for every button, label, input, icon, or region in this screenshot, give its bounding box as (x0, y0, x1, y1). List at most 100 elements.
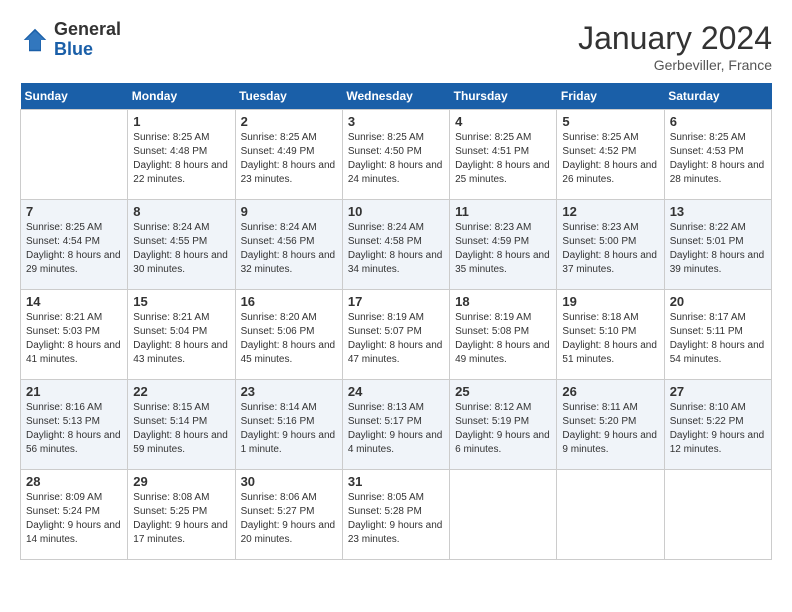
weekday-header-friday: Friday (557, 83, 664, 110)
day-number: 17 (348, 294, 444, 309)
day-number: 3 (348, 114, 444, 129)
calendar-table: SundayMondayTuesdayWednesdayThursdayFrid… (20, 83, 772, 560)
calendar-cell: 3 Sunrise: 8:25 AMSunset: 4:50 PMDaylight… (342, 110, 449, 200)
day-number: 27 (670, 384, 766, 399)
calendar-cell: 6 Sunrise: 8:25 AMSunset: 4:53 PMDaylight… (664, 110, 771, 200)
calendar-week-4: 21Sunrise: 8:16 AMSunset: 5:13 PMDayligh… (21, 380, 772, 470)
calendar-cell: 8 Sunrise: 8:24 AMSunset: 4:55 PMDaylight… (128, 200, 235, 290)
calendar-cell: 30Sunrise: 8:06 AMSunset: 5:27 PMDayligh… (235, 470, 342, 560)
logo-text: General Blue (54, 20, 121, 60)
day-number: 31 (348, 474, 444, 489)
day-number: 1 (133, 114, 229, 129)
day-number: 11 (455, 204, 551, 219)
calendar-cell: 4Sunrise: 8:25 AMSunset: 4:51 PMDaylight… (450, 110, 557, 200)
calendar-cell: 17Sunrise: 8:19 AMSunset: 5:07 PMDayligh… (342, 290, 449, 380)
calendar-cell (21, 110, 128, 200)
day-info: Sunrise: 8:09 AMSunset: 5:24 PMDaylight:… (26, 491, 122, 547)
logo-blue-text: Blue (54, 39, 93, 59)
day-info: Sunrise: 8:22 AMSunset: 5:01 PMDaylight:… (670, 221, 766, 277)
calendar-cell: 1 Sunrise: 8:25 AMSunset: 4:48 PMDaylight… (128, 110, 235, 200)
day-info: Sunrise: 8:25 AMSunset: 4:48 PMDaylight:… (133, 131, 229, 187)
calendar-cell: 14 Sunrise: 8:21 AMSunset: 5:03 PMDayligh… (21, 290, 128, 380)
day-number: 16 (241, 294, 337, 309)
day-number: 28 (26, 474, 122, 489)
calendar-cell: 13 Sunrise: 8:22 AMSunset: 5:01 PMDayligh… (664, 200, 771, 290)
day-number: 20 (670, 294, 766, 309)
calendar-week-1: 1 Sunrise: 8:25 AMSunset: 4:48 PMDaylight… (21, 110, 772, 200)
day-number: 9 (241, 204, 337, 219)
day-info: Sunrise: 8:23 AMSunset: 5:00 PMDaylight:… (562, 221, 658, 277)
weekday-header-monday: Monday (128, 83, 235, 110)
day-number: 19 (562, 294, 658, 309)
day-info: Sunrise: 8:25 AMSunset: 4:52 PMDaylight:… (562, 131, 658, 187)
calendar-cell: 23Sunrise: 8:14 AMSunset: 5:16 PMDayligh… (235, 380, 342, 470)
calendar-week-5: 28 Sunrise: 8:09 AMSunset: 5:24 PMDayligh… (21, 470, 772, 560)
day-info: Sunrise: 8:23 AMSunset: 4:59 PMDaylight:… (455, 221, 551, 277)
calendar-cell: 12 Sunrise: 8:23 AMSunset: 5:00 PMDayligh… (557, 200, 664, 290)
calendar-cell: 15 Sunrise: 8:21 AMSunset: 5:04 PMDayligh… (128, 290, 235, 380)
day-info: Sunrise: 8:24 AMSunset: 4:55 PMDaylight:… (133, 221, 229, 277)
weekday-header-thursday: Thursday (450, 83, 557, 110)
day-number: 29 (133, 474, 229, 489)
day-info: Sunrise: 8:19 AMSunset: 5:08 PMDaylight:… (455, 311, 551, 367)
day-info: Sunrise: 8:16 AMSunset: 5:13 PMDaylight:… (26, 401, 122, 457)
location-subtitle: Gerbeviller, France (578, 57, 772, 73)
weekday-header-row: SundayMondayTuesdayWednesdayThursdayFrid… (21, 83, 772, 110)
calendar-cell: 22Sunrise: 8:15 AMSunset: 5:14 PMDayligh… (128, 380, 235, 470)
day-number: 15 (133, 294, 229, 309)
calendar-cell: 31 Sunrise: 8:05 AMSunset: 5:28 PMDayligh… (342, 470, 449, 560)
weekday-header-tuesday: Tuesday (235, 83, 342, 110)
day-info: Sunrise: 8:25 AMSunset: 4:53 PMDaylight:… (670, 131, 766, 187)
day-number: 6 (670, 114, 766, 129)
day-info: Sunrise: 8:08 AMSunset: 5:25 PMDaylight:… (133, 491, 229, 547)
day-number: 10 (348, 204, 444, 219)
calendar-cell: 7 Sunrise: 8:25 AMSunset: 4:54 PMDaylight… (21, 200, 128, 290)
calendar-cell: 25 Sunrise: 8:12 AMSunset: 5:19 PMDayligh… (450, 380, 557, 470)
calendar-cell (557, 470, 664, 560)
day-info: Sunrise: 8:12 AMSunset: 5:19 PMDaylight:… (455, 401, 551, 457)
weekday-header-saturday: Saturday (664, 83, 771, 110)
day-info: Sunrise: 8:17 AMSunset: 5:11 PMDaylight:… (670, 311, 766, 367)
day-info: Sunrise: 8:25 AMSunset: 4:51 PMDaylight:… (455, 131, 551, 187)
logo-general-text: General (54, 19, 121, 39)
day-number: 7 (26, 204, 122, 219)
calendar-cell: 18 Sunrise: 8:19 AMSunset: 5:08 PMDayligh… (450, 290, 557, 380)
day-info: Sunrise: 8:05 AMSunset: 5:28 PMDaylight:… (348, 491, 444, 547)
day-info: Sunrise: 8:21 AMSunset: 5:03 PMDaylight:… (26, 311, 122, 367)
day-number: 22 (133, 384, 229, 399)
day-info: Sunrise: 8:24 AMSunset: 4:56 PMDaylight:… (241, 221, 337, 277)
calendar-cell: 11 Sunrise: 8:23 AMSunset: 4:59 PMDayligh… (450, 200, 557, 290)
calendar-cell: 28 Sunrise: 8:09 AMSunset: 5:24 PMDayligh… (21, 470, 128, 560)
day-info: Sunrise: 8:21 AMSunset: 5:04 PMDaylight:… (133, 311, 229, 367)
day-info: Sunrise: 8:11 AMSunset: 5:20 PMDaylight:… (562, 401, 658, 457)
day-number: 8 (133, 204, 229, 219)
weekday-header-sunday: Sunday (21, 83, 128, 110)
day-info: Sunrise: 8:25 AMSunset: 4:50 PMDaylight:… (348, 131, 444, 187)
day-info: Sunrise: 8:25 AMSunset: 4:54 PMDaylight:… (26, 221, 122, 277)
calendar-week-2: 7 Sunrise: 8:25 AMSunset: 4:54 PMDaylight… (21, 200, 772, 290)
calendar-cell: 26Sunrise: 8:11 AMSunset: 5:20 PMDayligh… (557, 380, 664, 470)
day-number: 30 (241, 474, 337, 489)
day-number: 25 (455, 384, 551, 399)
day-number: 13 (670, 204, 766, 219)
day-info: Sunrise: 8:10 AMSunset: 5:22 PMDaylight:… (670, 401, 766, 457)
logo: General Blue (20, 20, 121, 60)
calendar-cell: 19Sunrise: 8:18 AMSunset: 5:10 PMDayligh… (557, 290, 664, 380)
calendar-cell: 21Sunrise: 8:16 AMSunset: 5:13 PMDayligh… (21, 380, 128, 470)
month-year-title: January 2024 (578, 20, 772, 57)
calendar-cell: 5 Sunrise: 8:25 AMSunset: 4:52 PMDaylight… (557, 110, 664, 200)
calendar-cell: 29 Sunrise: 8:08 AMSunset: 5:25 PMDayligh… (128, 470, 235, 560)
calendar-week-3: 14 Sunrise: 8:21 AMSunset: 5:03 PMDayligh… (21, 290, 772, 380)
day-number: 12 (562, 204, 658, 219)
day-info: Sunrise: 8:24 AMSunset: 4:58 PMDaylight:… (348, 221, 444, 277)
day-number: 2 (241, 114, 337, 129)
day-info: Sunrise: 8:25 AMSunset: 4:49 PMDaylight:… (241, 131, 337, 187)
day-number: 5 (562, 114, 658, 129)
day-number: 18 (455, 294, 551, 309)
calendar-cell: 27 Sunrise: 8:10 AMSunset: 5:22 PMDayligh… (664, 380, 771, 470)
day-number: 14 (26, 294, 122, 309)
calendar-cell: 2 Sunrise: 8:25 AMSunset: 4:49 PMDaylight… (235, 110, 342, 200)
title-block: January 2024 Gerbeviller, France (578, 20, 772, 73)
calendar-cell: 9 Sunrise: 8:24 AMSunset: 4:56 PMDaylight… (235, 200, 342, 290)
calendar-cell: 24Sunrise: 8:13 AMSunset: 5:17 PMDayligh… (342, 380, 449, 470)
